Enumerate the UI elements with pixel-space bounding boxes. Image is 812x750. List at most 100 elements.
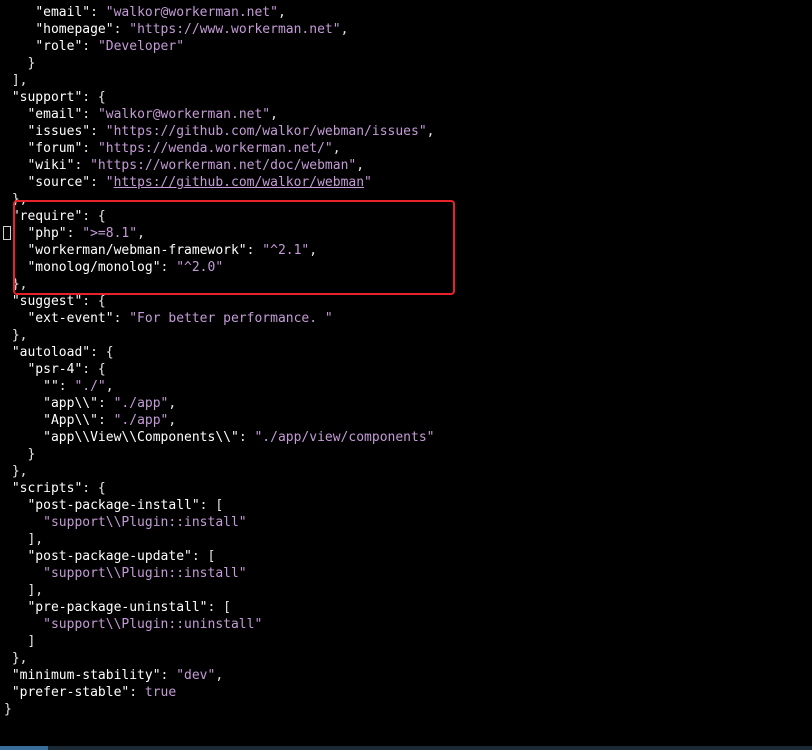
- code-line[interactable]: ],: [4, 531, 435, 548]
- code-token: "support\\Plugin::uninstall": [43, 617, 263, 632]
- code-content[interactable]: "email": "walkor@workerman.net", "homepa…: [4, 4, 435, 718]
- code-token: "psr-4": [27, 362, 83, 377]
- code-editor[interactable]: "email": "walkor@workerman.net", "homepa…: [0, 0, 812, 750]
- code-token: :: [90, 5, 106, 20]
- code-token: ": [364, 175, 372, 190]
- code-token: : {: [82, 362, 106, 377]
- code-line[interactable]: }: [4, 446, 435, 463]
- code-line[interactable]: ],: [4, 72, 435, 89]
- text-cursor: [3, 226, 11, 240]
- code-token: "support": [11, 90, 83, 105]
- url-link[interactable]: https://github.com/walkor/webman: [114, 175, 364, 190]
- code-line[interactable]: ]: [4, 633, 435, 650]
- code-line[interactable]: "monolog/monolog": "^2.0": [4, 259, 435, 276]
- code-line[interactable]: "minimum-stability": "dev",: [4, 667, 435, 684]
- code-line[interactable]: "psr-4": {: [4, 361, 435, 378]
- code-line[interactable]: "role": "Developer": [4, 38, 435, 55]
- code-line[interactable]: "scripts": {: [4, 480, 435, 497]
- code-token: "autoload": [11, 345, 91, 360]
- code-line[interactable]: }: [4, 55, 435, 72]
- code-line[interactable]: "": "./",: [4, 378, 435, 395]
- code-line[interactable]: "support\\Plugin::install": [4, 514, 435, 531]
- code-token: "For better performance. ": [129, 311, 333, 326]
- code-line[interactable]: },: [4, 327, 435, 344]
- code-token: }: [4, 56, 36, 71]
- code-token: :: [238, 430, 255, 445]
- code-line[interactable]: "ext-event": "For better performance. ": [4, 310, 435, 327]
- code-line[interactable]: },: [4, 191, 435, 208]
- code-token: }: [4, 447, 36, 462]
- code-line[interactable]: "support": {: [4, 89, 435, 106]
- code-token: :: [58, 379, 75, 394]
- code-token: :: [82, 141, 98, 156]
- code-token: "source": [27, 175, 91, 190]
- code-token: "php": [27, 226, 67, 241]
- code-line[interactable]: "forum": "https://wenda.workerman.net/",: [4, 140, 435, 157]
- code-token: :: [246, 243, 263, 258]
- code-line[interactable]: "require": {: [4, 208, 435, 225]
- code-token: "minimum-stability": [11, 668, 161, 683]
- code-line[interactable]: "wiki": "https://workerman.net/doc/webma…: [4, 157, 435, 174]
- code-token: ,: [277, 5, 286, 20]
- code-line[interactable]: "support\\Plugin::install": [4, 565, 435, 582]
- code-line[interactable]: "post-package-install": [: [4, 497, 435, 514]
- code-line[interactable]: "post-package-update": [: [4, 548, 435, 565]
- code-line[interactable]: "workerman/webman-framework": "^2.1",: [4, 242, 435, 259]
- code-line[interactable]: ],: [4, 582, 435, 599]
- code-line[interactable]: "suggest": {: [4, 293, 435, 310]
- code-line[interactable]: }: [4, 701, 435, 718]
- code-token: },: [4, 651, 28, 666]
- code-line[interactable]: "php": ">=8.1",: [4, 225, 435, 242]
- code-token: ,: [215, 668, 224, 683]
- code-line[interactable]: "email": "walkor@workerman.net",: [4, 106, 435, 123]
- code-line[interactable]: "pre-package-uninstall": [: [4, 599, 435, 616]
- code-token: "post-package-update": [27, 549, 192, 564]
- code-token: "./app": [113, 413, 169, 428]
- code-token: "issues": [27, 124, 91, 139]
- code-token: :: [97, 413, 114, 428]
- code-token: "./app": [113, 396, 169, 411]
- code-token: "app\\View\\Components\\": [43, 430, 239, 445]
- code-line[interactable]: "app\\View\\Components\\": "./app/view/c…: [4, 429, 435, 446]
- code-token: "https://workerman.net/doc/webman": [90, 158, 357, 173]
- code-token: "require": [11, 209, 83, 224]
- code-token: "./": [74, 379, 106, 394]
- code-token: "Developer": [97, 39, 185, 54]
- code-token: : {: [90, 345, 114, 360]
- code-token: "pre-package-uninstall": [27, 600, 208, 615]
- code-token: : {: [82, 294, 106, 309]
- code-token: ,: [168, 396, 177, 411]
- code-token: "app\\": [43, 396, 98, 411]
- code-line[interactable]: "support\\Plugin::uninstall": [4, 616, 435, 633]
- code-token: "wiki": [27, 158, 75, 173]
- code-token: : [: [207, 600, 231, 615]
- code-line[interactable]: "source": "https://github.com/walkor/web…: [4, 174, 435, 191]
- code-token: "dev": [176, 668, 216, 683]
- code-line[interactable]: "App\\": "./app",: [4, 412, 435, 429]
- code-line[interactable]: "app\\": "./app",: [4, 395, 435, 412]
- code-line[interactable]: },: [4, 463, 435, 480]
- code-token: :: [90, 175, 106, 190]
- code-line[interactable]: },: [4, 650, 435, 667]
- code-line[interactable]: "email": "walkor@workerman.net",: [4, 4, 435, 21]
- code-token: "scripts": [11, 481, 83, 496]
- code-token: :: [90, 124, 106, 139]
- code-token: "post-package-install": [27, 498, 200, 513]
- code-line[interactable]: },: [4, 276, 435, 293]
- code-line[interactable]: "homepage": "https://www.workerman.net",: [4, 21, 435, 38]
- code-line[interactable]: "autoload": {: [4, 344, 435, 361]
- code-token: "email": [27, 107, 83, 122]
- code-line[interactable]: "prefer-stable": true: [4, 684, 435, 701]
- code-line[interactable]: "issues": "https://github.com/walkor/web…: [4, 123, 434, 140]
- code-token: },: [4, 464, 28, 479]
